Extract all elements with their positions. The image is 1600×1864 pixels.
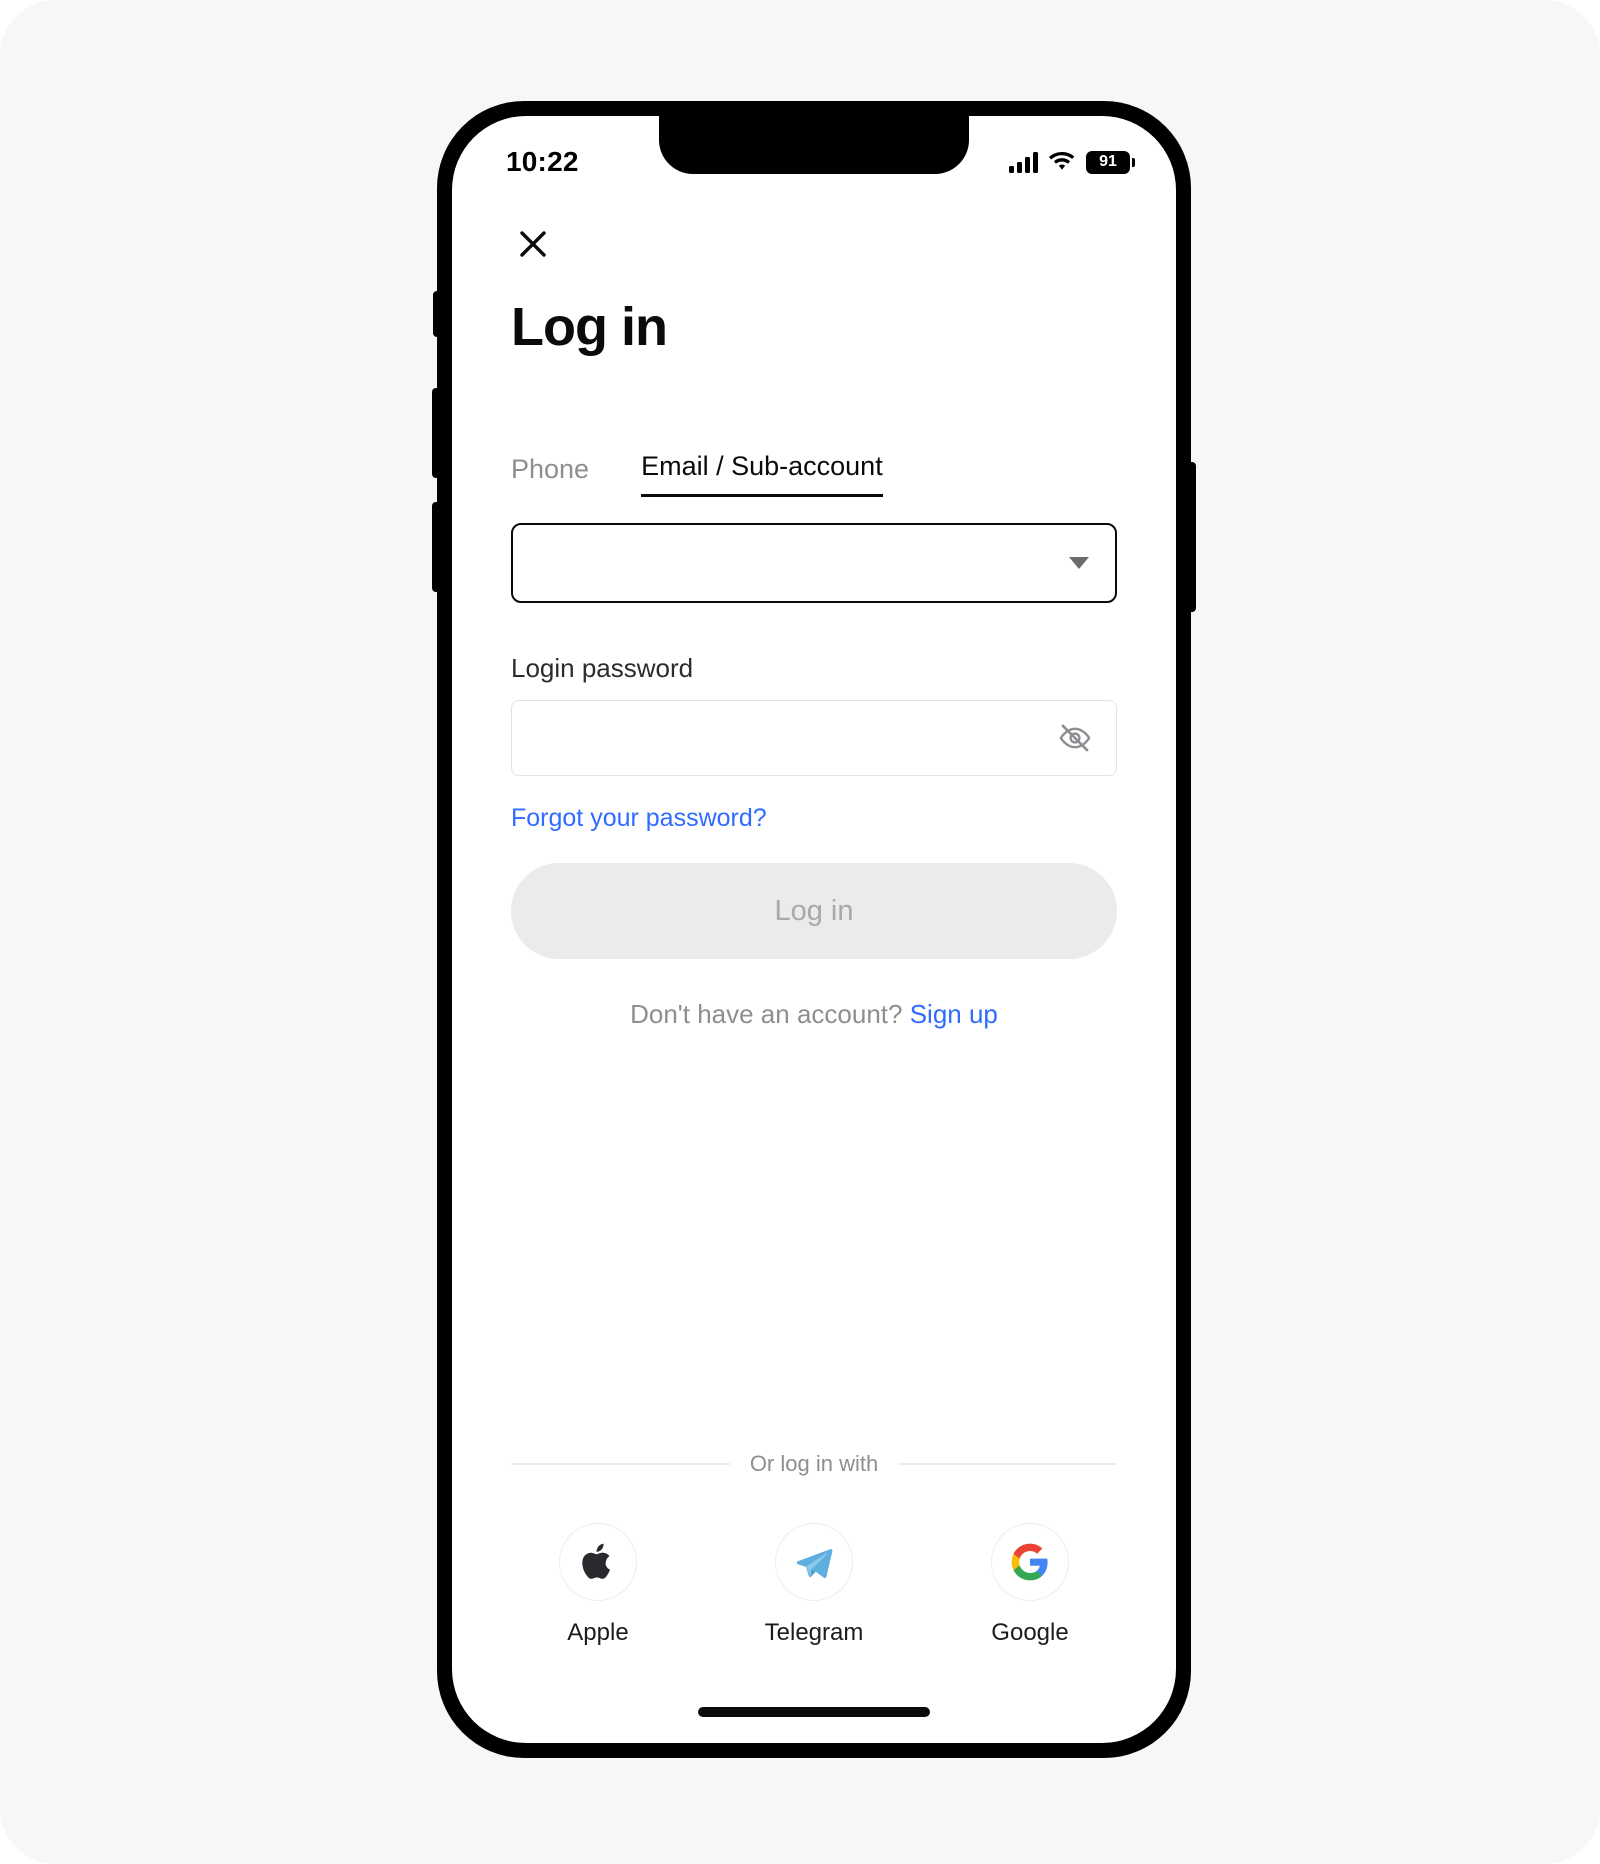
divider-line-right bbox=[898, 1463, 1118, 1465]
login-method-tabs: Phone Email / Sub-account bbox=[511, 441, 1117, 498]
phone-screen: 10:22 91 Log in Phone Email / Sub-accoun… bbox=[452, 116, 1176, 1743]
google-icon bbox=[1011, 1543, 1048, 1581]
tab-email-subaccount[interactable]: Email / Sub-account bbox=[641, 451, 883, 498]
apple-icon bbox=[582, 1543, 610, 1579]
battery-level: 91 bbox=[1099, 153, 1117, 170]
phone-frame: 10:22 91 Log in Phone Email / Sub-accoun… bbox=[432, 102, 1196, 1757]
telegram-icon bbox=[796, 1549, 833, 1578]
signup-row: Don't have an account? Sign up bbox=[511, 999, 1117, 1030]
volume-down-button[interactable] bbox=[432, 502, 440, 592]
telegram-button-circle bbox=[775, 1523, 853, 1601]
apple-label: Apple bbox=[567, 1619, 629, 1646]
google-button-circle bbox=[991, 1523, 1069, 1601]
social-login-apple[interactable]: Apple bbox=[523, 1523, 673, 1647]
close-icon bbox=[520, 231, 546, 257]
volume-up-button[interactable] bbox=[432, 388, 440, 478]
password-input[interactable] bbox=[536, 701, 1058, 776]
telegram-label: Telegram bbox=[764, 1619, 864, 1646]
social-login-google[interactable]: Google bbox=[955, 1523, 1105, 1647]
divider-line-left bbox=[511, 1463, 730, 1465]
signup-prompt: Don't have an account? bbox=[630, 999, 910, 1030]
power-button[interactable] bbox=[1188, 462, 1196, 612]
status-bar: 10:22 91 bbox=[452, 116, 1176, 194]
wifi-icon bbox=[1049, 152, 1075, 170]
signup-link[interactable]: Sign up bbox=[910, 999, 998, 1029]
password-label: Login password bbox=[511, 653, 694, 684]
social-login-section: Or log in with Apple Telegram Google bbox=[452, 1451, 1176, 1743]
password-field[interactable] bbox=[511, 700, 1117, 777]
chevron-down-icon bbox=[1069, 557, 1089, 570]
silent-switch-button[interactable] bbox=[433, 291, 440, 337]
battery-icon: 91 bbox=[1086, 150, 1135, 174]
apple-button-circle bbox=[559, 1523, 637, 1601]
google-label: Google bbox=[991, 1619, 1069, 1646]
header-bar bbox=[511, 194, 1117, 280]
status-icons: 91 bbox=[1009, 150, 1135, 174]
social-providers: Apple Telegram Google bbox=[511, 1523, 1117, 1647]
account-select[interactable] bbox=[511, 523, 1117, 604]
cellular-signal-icon bbox=[1009, 151, 1038, 173]
social-login-telegram[interactable]: Telegram bbox=[739, 1523, 889, 1647]
page-title: Log in bbox=[511, 297, 668, 357]
divider-label: Or log in with bbox=[749, 1451, 879, 1476]
status-time: 10:22 bbox=[506, 146, 579, 177]
close-button[interactable] bbox=[511, 222, 555, 266]
login-submit-button[interactable]: Log in bbox=[511, 863, 1117, 960]
screenshot-canvas: 10:22 91 Log in Phone Email / Sub-accoun… bbox=[0, 0, 1600, 1864]
social-divider: Or log in with bbox=[511, 1451, 1118, 1477]
tab-phone[interactable]: Phone bbox=[511, 454, 589, 497]
home-indicator[interactable] bbox=[698, 1707, 930, 1717]
eye-off-icon[interactable] bbox=[1058, 721, 1092, 755]
forgot-password-link[interactable]: Forgot your password? bbox=[511, 804, 767, 833]
